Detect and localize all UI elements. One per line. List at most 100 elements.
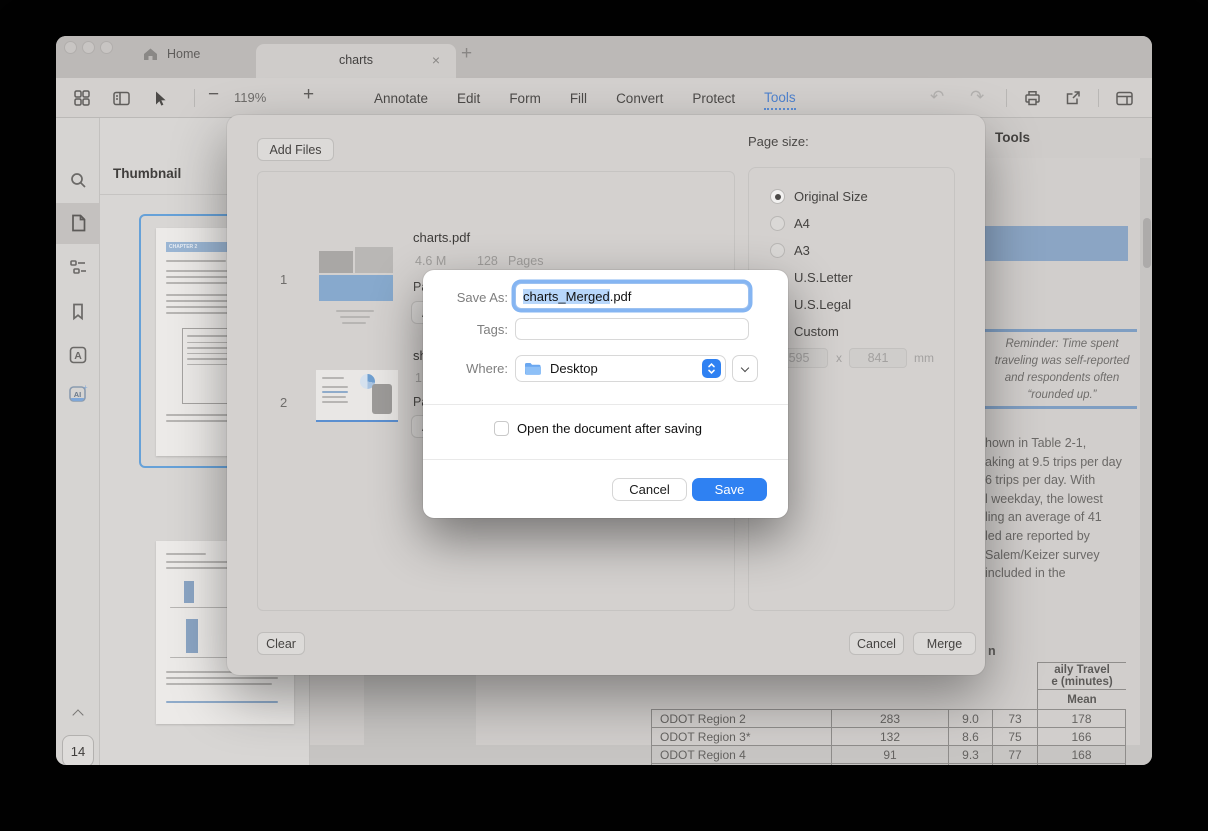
merge-cancel-button[interactable]: Cancel	[849, 632, 904, 655]
menu-convert[interactable]: Convert	[616, 88, 663, 109]
svg-text:+: +	[83, 385, 87, 392]
tab-home[interactable]: Home	[142, 46, 200, 62]
share-export-icon[interactable]	[1061, 86, 1085, 110]
table-cell: 9.3	[948, 745, 992, 763]
radio-icon	[770, 243, 785, 258]
thumb15-bar	[184, 581, 194, 603]
reminder-line: Reminder: Time spent	[981, 336, 1143, 353]
filename-selected-text: charts_Merged	[523, 289, 610, 304]
menu-edit[interactable]: Edit	[457, 88, 480, 109]
current-page-input[interactable]: 14	[62, 735, 94, 765]
table-cell-region: ODOT Region 5	[651, 763, 831, 765]
table-cell-region: ODOT Region 4	[651, 745, 831, 763]
custom-height-input[interactable]: 841	[849, 348, 907, 368]
radio-a3[interactable]: A3	[770, 243, 810, 258]
open-after-row[interactable]: Open the document after saving	[494, 421, 702, 436]
thumb-line	[342, 322, 366, 324]
file2-index: 2	[280, 395, 287, 410]
table-cell-region: ODOT Region 2	[651, 709, 831, 727]
reminder-rule-bottom	[985, 406, 1137, 409]
traffic-light-zoom[interactable]	[100, 41, 113, 54]
table-cell: 9.2	[948, 763, 992, 765]
tab-charts[interactable]: charts ×	[256, 44, 456, 78]
annotation-a-icon[interactable]: A	[56, 335, 100, 375]
toolbar-separator	[1006, 89, 1007, 107]
print-icon[interactable]	[1020, 86, 1044, 110]
filename-input[interactable]: charts_Merged.pdf	[515, 283, 749, 309]
new-tab-button[interactable]: +	[461, 43, 472, 65]
file2-thumbnail	[316, 370, 398, 422]
radio-label: A4	[794, 216, 810, 231]
custom-x-separator: x	[836, 351, 842, 365]
menu-form[interactable]: Form	[509, 88, 541, 109]
merge-button[interactable]: Merge	[913, 632, 976, 655]
clear-button[interactable]: Clear	[257, 632, 305, 655]
redo-icon[interactable]: ↷	[970, 87, 984, 107]
tab-bar: Home charts × +	[56, 36, 1152, 78]
vertical-scrollbar[interactable]	[1143, 218, 1151, 268]
select-tool-icon[interactable]	[148, 86, 172, 110]
save-as-label: Save As:	[423, 290, 508, 305]
where-value: Desktop	[550, 361, 702, 376]
radio-a4[interactable]: A4	[770, 216, 810, 231]
file1-pages-word: Pages	[508, 254, 543, 268]
thumb-line	[336, 310, 374, 312]
bookmark-icon[interactable]	[56, 291, 100, 331]
ai-assistant-icon[interactable]: AI +	[56, 374, 100, 414]
radio-selected-icon	[770, 189, 785, 204]
save-dialog: Save As: charts_Merged.pdf Tags: Where: …	[423, 270, 788, 518]
traffic-light-minimize[interactable]	[82, 41, 95, 54]
open-after-checkbox[interactable]	[494, 421, 509, 436]
zoom-out-button[interactable]: −	[208, 84, 219, 106]
table-header-mean: Mean	[1037, 689, 1126, 709]
tools-panel-title: Tools	[995, 130, 1030, 145]
table-cell: 283	[831, 709, 948, 727]
app-window: Home charts × +	[56, 36, 1152, 765]
radio-label: Custom	[794, 324, 839, 339]
zoom-level[interactable]: 119%	[234, 90, 266, 105]
zoom-in-button[interactable]: +	[303, 84, 314, 106]
svg-text:A: A	[74, 350, 82, 362]
table-header-fragment: aily Travel	[1054, 664, 1110, 676]
page-up-chevron-icon[interactable]	[56, 695, 100, 735]
add-files-button[interactable]: Add Files	[257, 138, 334, 161]
file1-name: charts.pdf	[413, 230, 470, 245]
grid-view-icon[interactable]	[70, 86, 94, 110]
tab-close-icon[interactable]: ×	[432, 52, 440, 68]
table-cell: 73	[992, 709, 1037, 727]
table-cell: 62	[992, 763, 1037, 765]
radio-original-size[interactable]: Original Size	[770, 189, 868, 204]
menu-annotate[interactable]: Annotate	[374, 88, 428, 109]
doc-chart-bar	[985, 226, 1128, 261]
tags-input[interactable]	[515, 318, 749, 340]
outline-icon[interactable]	[56, 247, 100, 287]
doc-text-line: led are reported by	[985, 527, 1141, 546]
tags-label: Tags:	[423, 322, 508, 337]
thumbnails-page-icon[interactable]	[56, 203, 100, 243]
table-cell-region: ODOT Region 3*	[651, 727, 831, 745]
table-cell: 151	[1037, 763, 1126, 765]
save-cancel-button[interactable]: Cancel	[612, 478, 687, 501]
save-button[interactable]: Save	[692, 478, 767, 501]
where-select[interactable]: Desktop	[515, 355, 726, 382]
reading-view-icon[interactable]	[1112, 86, 1136, 110]
doc-text-fragment: n	[988, 644, 996, 658]
stepper-icon	[702, 359, 721, 378]
file1-size: 4.6 M	[415, 254, 446, 268]
filename-extension: .pdf	[610, 289, 632, 304]
radio-label: U.S.Legal	[794, 297, 851, 312]
menu-protect[interactable]: Protect	[692, 88, 735, 109]
traffic-light-close[interactable]	[64, 41, 77, 54]
where-expand-button[interactable]	[732, 355, 758, 382]
toolbar-separator	[1098, 89, 1099, 107]
undo-icon[interactable]: ↶	[930, 87, 944, 107]
search-icon[interactable]	[56, 160, 100, 200]
menu-fill[interactable]: Fill	[570, 88, 587, 109]
custom-unit-label: mm	[914, 351, 934, 365]
table-cell: 91	[831, 745, 948, 763]
sidebar-toggle-icon[interactable]	[109, 86, 133, 110]
doc-body-text: hown in Table 2-1, aking at 9.5 trips pe…	[985, 434, 1141, 583]
menu-tools[interactable]: Tools	[764, 87, 796, 110]
left-rail: A AI + 14 128	[56, 118, 100, 765]
radio-icon	[770, 216, 785, 231]
